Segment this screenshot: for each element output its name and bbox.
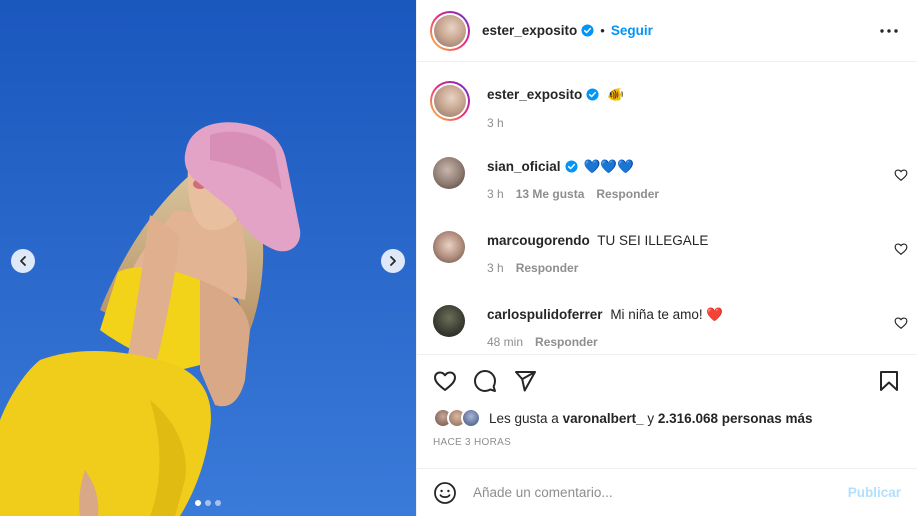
- verified-badge-icon: [581, 24, 594, 37]
- reply-button[interactable]: Responder: [596, 187, 659, 201]
- post-side-panel: ester_exposito • Seguir ester_exposito 🐠 …: [416, 0, 917, 516]
- likes-summary: Les gusta a varonalbert_ y 2.316.068 per…: [417, 407, 917, 429]
- commenter-avatar[interactable]: [433, 231, 465, 263]
- carousel-prev-button[interactable]: [11, 249, 35, 273]
- comment-username[interactable]: carlospulidoferrer: [487, 307, 603, 322]
- post-viewer: ester_exposito • Seguir ester_exposito 🐠 …: [0, 0, 917, 516]
- comment-time: 3 h: [487, 261, 504, 275]
- verified-badge-icon: [586, 88, 599, 101]
- carousel-dot: [215, 500, 221, 506]
- comment-input[interactable]: [473, 485, 848, 500]
- caption-time: 3 h: [487, 116, 504, 130]
- post-timestamp[interactable]: HACE 3 HORAS: [417, 437, 917, 448]
- author-avatar[interactable]: [430, 10, 470, 51]
- likes-conjunction: y: [647, 410, 655, 426]
- comments-list[interactable]: ester_exposito 🐠 3 h sian_oficial 💙💙💙 3 h …: [417, 63, 917, 353]
- likes-prefix: Les gusta a: [489, 410, 559, 426]
- reply-button[interactable]: Responder: [535, 335, 598, 349]
- heart-icon[interactable]: [433, 369, 457, 393]
- carousel-dot: [205, 500, 211, 506]
- post-header: ester_exposito • Seguir: [417, 0, 917, 62]
- likes-count[interactable]: 2.316.068 personas más: [658, 411, 813, 426]
- smiley-icon[interactable]: [433, 481, 457, 505]
- separator-bullet: •: [600, 23, 605, 38]
- reply-button[interactable]: Responder: [516, 261, 579, 275]
- comment-text: TU SEI ILLEGALE: [597, 233, 709, 248]
- carousel-dot: [195, 500, 201, 506]
- comment-username[interactable]: marcougorendo: [487, 233, 590, 248]
- carousel-next-button[interactable]: [381, 249, 405, 273]
- publish-button[interactable]: Publicar: [848, 485, 901, 500]
- comment-text: Mi niña te amo! ❤️: [610, 307, 724, 322]
- comment-text: 💙💙💙: [583, 159, 634, 174]
- post-actions: Les gusta a varonalbert_ y 2.316.068 per…: [417, 354, 917, 468]
- author-avatar[interactable]: [430, 81, 470, 121]
- carousel-indicator: [195, 500, 221, 506]
- heart-icon[interactable]: [894, 168, 908, 182]
- caption-text: 🐠: [607, 87, 625, 102]
- bookmark-icon[interactable]: [877, 369, 901, 393]
- commenter-avatar[interactable]: [433, 157, 465, 189]
- heart-icon[interactable]: [894, 316, 908, 330]
- post-photo: [0, 0, 416, 516]
- author-username[interactable]: ester_exposito: [482, 23, 577, 38]
- commenter-avatar[interactable]: [433, 305, 465, 337]
- post-media[interactable]: [0, 0, 416, 516]
- caption-username[interactable]: ester_exposito: [487, 87, 582, 102]
- comment-time: 48 min: [487, 335, 524, 349]
- liker-avatars[interactable]: [433, 408, 481, 428]
- chevron-left-icon: [20, 256, 26, 266]
- liker-username[interactable]: varonalbert_: [563, 411, 644, 426]
- comment-time: 3 h: [487, 187, 504, 201]
- comment-icon[interactable]: [473, 369, 497, 393]
- chevron-right-icon: [390, 256, 396, 266]
- verified-badge-icon: [565, 160, 578, 173]
- comment-composer: Publicar: [417, 468, 917, 516]
- action-bar: [417, 355, 917, 407]
- more-options-button[interactable]: [877, 19, 901, 43]
- more-horizontal-icon: [880, 28, 898, 33]
- paper-plane-icon[interactable]: [513, 369, 537, 393]
- comment-likes[interactable]: 13 Me gusta: [516, 187, 585, 201]
- comment-username[interactable]: sian_oficial: [487, 159, 561, 174]
- follow-button[interactable]: Seguir: [611, 23, 653, 38]
- heart-icon[interactable]: [894, 242, 908, 256]
